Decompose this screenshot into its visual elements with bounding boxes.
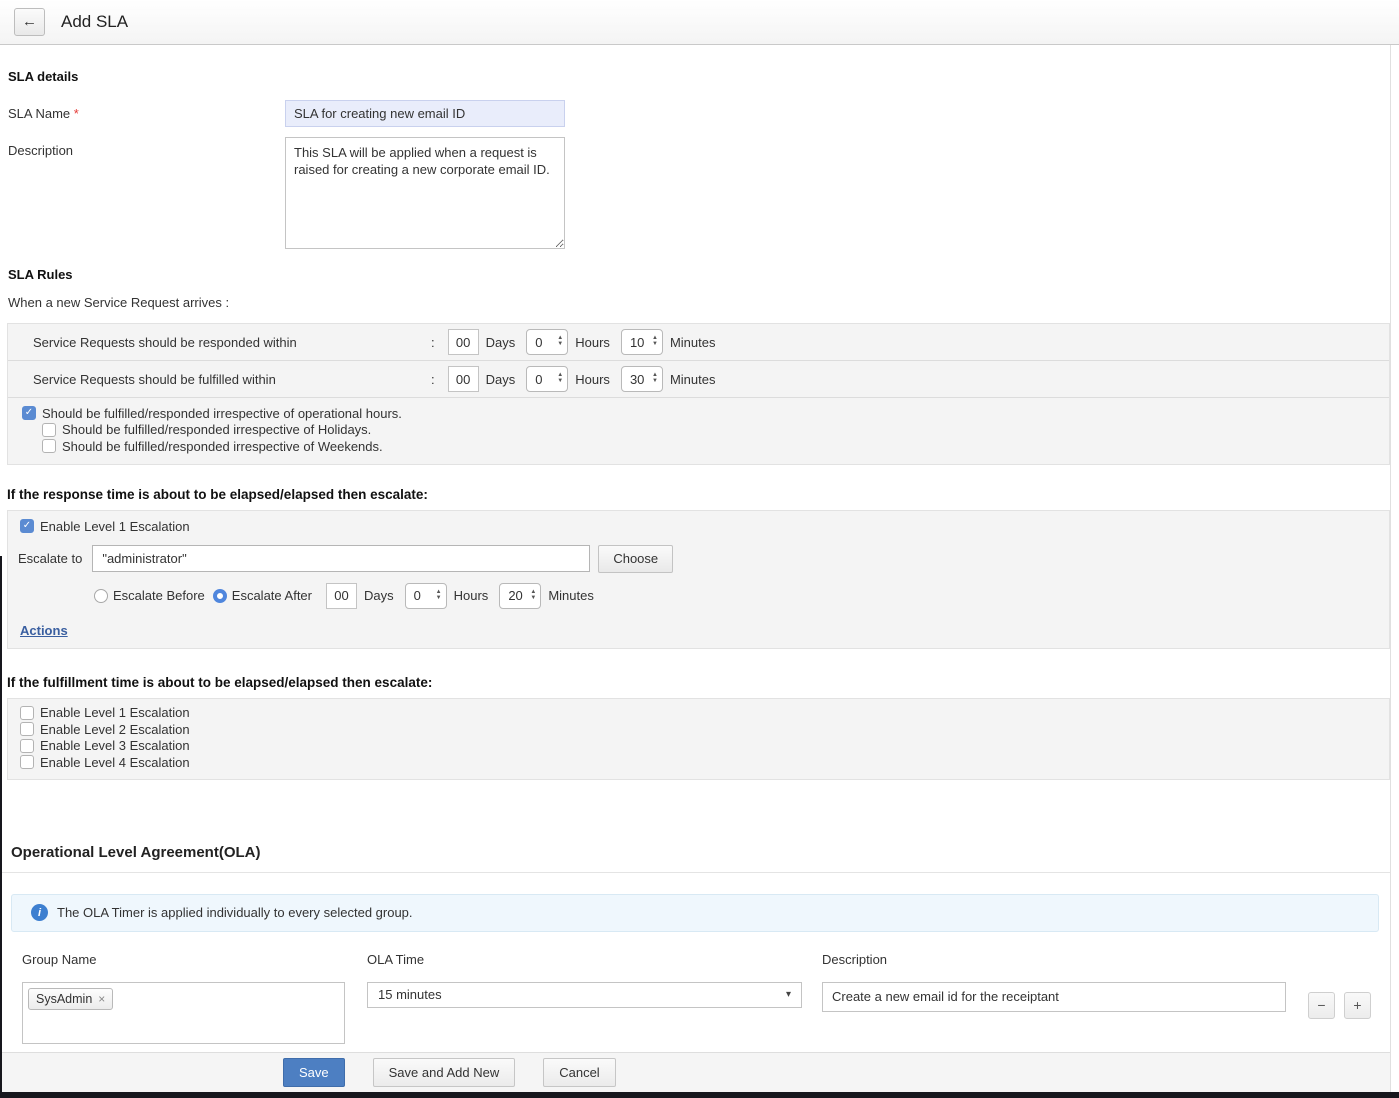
save-and-add-new-button[interactable]: Save and Add New xyxy=(373,1058,516,1087)
stepper-down-icon[interactable]: ▼ xyxy=(530,596,536,602)
stepper-down-icon[interactable]: ▼ xyxy=(557,342,563,348)
sla-rules-heading: SLA Rules xyxy=(8,267,1399,282)
background-page-edge-bottom xyxy=(0,1092,1399,1098)
responded-minutes-stepper[interactable]: 10 ▲▼ xyxy=(621,329,663,355)
form-body: SLA details SLA Name * Description This … xyxy=(0,45,1399,1052)
checkbox-unchecked-icon xyxy=(20,755,34,769)
remove-ola-row-button[interactable]: − xyxy=(1308,992,1335,1019)
page-header: ← Add SLA xyxy=(0,0,1399,45)
escalate-before-radio[interactable]: Escalate Before xyxy=(94,588,213,603)
fulfilled-minutes-stepper[interactable]: 30 ▲▼ xyxy=(621,366,663,392)
ola-description-label: Description xyxy=(822,952,1286,967)
hours-unit-label: Hours xyxy=(454,588,489,603)
checkbox-unchecked-icon xyxy=(42,439,56,453)
escalate-minutes-stepper[interactable]: 20 ▲▼ xyxy=(499,583,541,609)
checkbox-holidays[interactable]: Should be fulfilled/responded irrespecti… xyxy=(42,422,1389,438)
responded-hours-stepper[interactable]: 0 ▲▼ xyxy=(526,329,568,355)
escalate-to-input[interactable] xyxy=(92,545,590,572)
fulfilled-days-input[interactable] xyxy=(448,366,479,392)
days-unit-label: Days xyxy=(486,335,516,350)
form-footer: Save Save and Add New Cancel xyxy=(0,1052,1390,1092)
required-asterisk: * xyxy=(74,106,79,121)
response-escalation-box: ✓ Enable Level 1 Escalation Escalate to … xyxy=(7,510,1390,649)
cancel-button[interactable]: Cancel xyxy=(543,1058,615,1087)
response-escalation-heading: If the response time is about to be elap… xyxy=(7,487,1399,502)
group-name-multiselect[interactable]: SysAdmin × xyxy=(22,982,345,1044)
description-textarea[interactable]: This SLA will be applied when a request … xyxy=(285,137,565,249)
escalate-to-label: Escalate to xyxy=(18,551,82,566)
stepper-down-icon[interactable]: ▼ xyxy=(436,596,442,602)
escalate-after-radio[interactable]: Escalate After xyxy=(213,588,320,603)
checkbox-unchecked-icon xyxy=(42,423,56,437)
ola-info-text: The OLA Timer is applied individually to… xyxy=(57,905,413,920)
radio-selected-icon xyxy=(213,589,227,603)
sla-name-label: SLA Name * xyxy=(8,100,285,127)
sla-rules-intro: When a new Service Request arrives : xyxy=(8,295,1399,310)
minutes-unit-label: Minutes xyxy=(670,372,716,387)
ola-section-heading: Operational Level Agreement(OLA) xyxy=(11,844,1399,861)
group-name-label: Group Name xyxy=(22,952,345,967)
hours-unit-label: Hours xyxy=(575,372,610,387)
back-button[interactable]: ← xyxy=(14,8,45,36)
section-divider xyxy=(2,872,1390,873)
responded-within-label: Service Requests should be responded wit… xyxy=(33,335,431,350)
checkbox-checked-icon: ✓ xyxy=(22,406,36,420)
fulfilled-within-label: Service Requests should be fulfilled wit… xyxy=(33,372,431,387)
days-unit-label: Days xyxy=(486,372,516,387)
description-row: Description This SLA will be applied whe… xyxy=(8,137,1399,249)
radio-unselected-icon xyxy=(94,589,108,603)
fulfilled-hours-stepper[interactable]: 0 ▲▼ xyxy=(526,366,568,392)
chevron-down-icon: ▾ xyxy=(786,989,791,1000)
enable-level2-fulfillment-checkbox[interactable]: Enable Level 2 Escalation xyxy=(20,721,1389,737)
ola-row: Group Name SysAdmin × OLA Time 15 minute… xyxy=(22,952,1399,1044)
sla-name-input[interactable] xyxy=(285,100,565,127)
remove-tag-icon[interactable]: × xyxy=(98,992,105,1006)
description-label: Description xyxy=(8,137,285,249)
add-ola-row-button[interactable]: + xyxy=(1344,992,1371,1019)
ola-time-select[interactable]: 15 minutes ▾ xyxy=(367,982,802,1008)
background-page-edge-left xyxy=(0,556,2,1092)
sla-details-heading: SLA details xyxy=(8,69,1399,84)
fulfillment-escalation-heading: If the fulfillment time is about to be e… xyxy=(7,675,1399,690)
days-unit-label: Days xyxy=(364,588,394,603)
fulfillment-escalation-box: Enable Level 1 Escalation Enable Level 2… xyxy=(7,698,1390,780)
ola-description-input[interactable] xyxy=(822,982,1286,1012)
save-button[interactable]: Save xyxy=(283,1058,345,1087)
choose-button[interactable]: Choose xyxy=(598,545,673,573)
add-sla-panel: ← Add SLA SLA details SLA Name * Descrip… xyxy=(0,0,1399,1098)
escalate-days-input[interactable] xyxy=(326,583,357,609)
checkbox-unchecked-icon xyxy=(20,722,34,736)
checkbox-weekends[interactable]: Should be fulfilled/responded irrespecti… xyxy=(42,438,1389,454)
enable-level1-response-checkbox[interactable]: ✓ Enable Level 1 Escalation xyxy=(20,519,1389,534)
hours-unit-label: Hours xyxy=(575,335,610,350)
enable-level1-fulfillment-checkbox[interactable]: Enable Level 1 Escalation xyxy=(20,705,1389,721)
fulfilled-within-row: Service Requests should be fulfilled wit… xyxy=(8,361,1389,398)
stepper-down-icon[interactable]: ▼ xyxy=(652,379,658,385)
responded-days-input[interactable] xyxy=(448,329,479,355)
group-tag: SysAdmin × xyxy=(28,988,113,1010)
actions-link[interactable]: Actions xyxy=(20,623,68,638)
checkbox-checked-icon: ✓ xyxy=(20,519,34,533)
stepper-down-icon[interactable]: ▼ xyxy=(652,342,658,348)
ola-time-label: OLA Time xyxy=(367,952,802,967)
responded-within-row: Service Requests should be responded wit… xyxy=(8,324,1389,361)
page-title: Add SLA xyxy=(61,12,128,32)
info-icon: i xyxy=(31,904,48,921)
checkbox-unchecked-icon xyxy=(20,706,34,720)
enable-level4-fulfillment-checkbox[interactable]: Enable Level 4 Escalation xyxy=(20,754,1389,770)
enable-level3-fulfillment-checkbox[interactable]: Enable Level 3 Escalation xyxy=(20,738,1389,754)
sla-rules-box: Service Requests should be responded wit… xyxy=(7,323,1390,465)
stepper-down-icon[interactable]: ▼ xyxy=(557,379,563,385)
vertical-scrollbar[interactable] xyxy=(1390,45,1399,1092)
minutes-unit-label: Minutes xyxy=(548,588,594,603)
ola-info-box: i The OLA Timer is applied individually … xyxy=(11,894,1379,932)
checkbox-unchecked-icon xyxy=(20,739,34,753)
back-arrow-icon: ← xyxy=(22,13,37,30)
checkbox-operational-hours[interactable]: ✓ Should be fulfilled/responded irrespec… xyxy=(22,405,1389,421)
irrespective-checkboxes: ✓ Should be fulfilled/responded irrespec… xyxy=(8,398,1389,464)
sla-name-row: SLA Name * xyxy=(8,100,1399,127)
minutes-unit-label: Minutes xyxy=(670,335,716,350)
escalate-hours-stepper[interactable]: 0 ▲▼ xyxy=(405,583,447,609)
